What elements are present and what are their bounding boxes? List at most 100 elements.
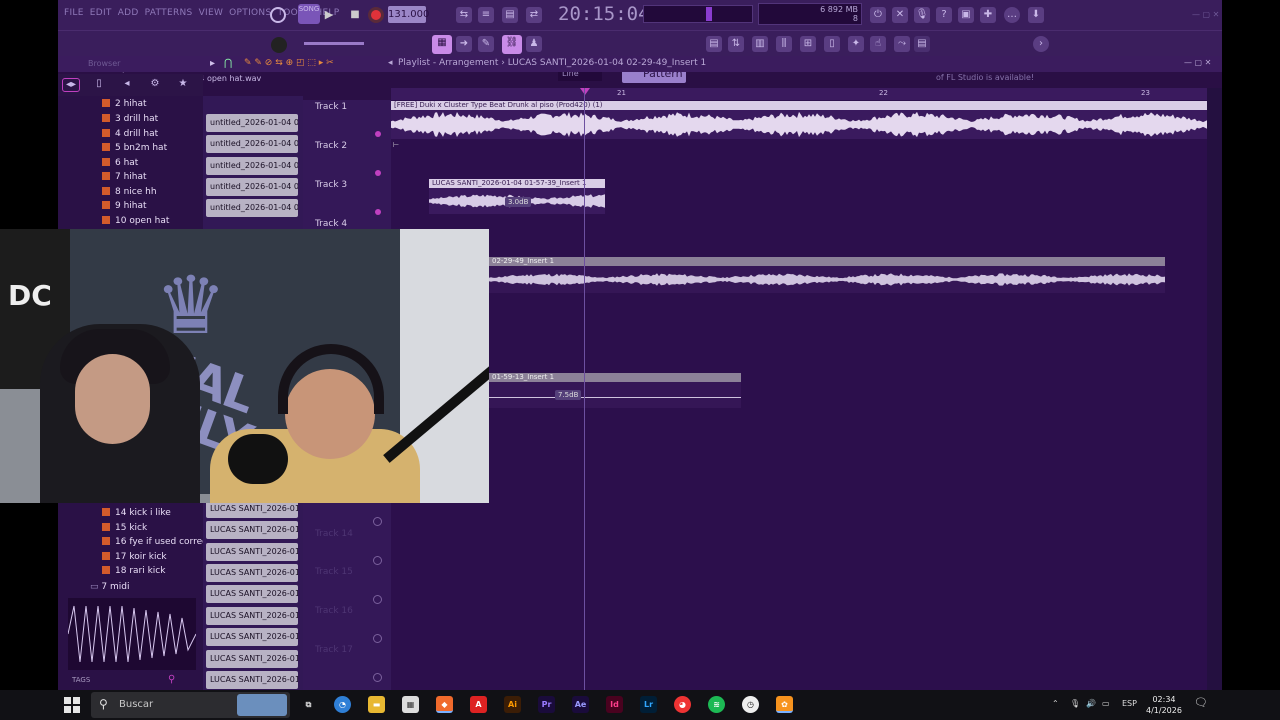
file-explorer-icon[interactable]: ▬ (368, 696, 385, 713)
tempo-display[interactable]: 131.000 (388, 6, 429, 23)
pencil-icon[interactable]: ✎ (478, 36, 494, 52)
piano-roll-icon[interactable]: ⇅ (728, 36, 744, 52)
download-icon[interactable]: ⬇ (1028, 7, 1044, 23)
play-button[interactable]: ▶ (320, 6, 338, 24)
track-label[interactable]: Track 17 (315, 645, 353, 655)
news-next-icon[interactable]: › (1033, 36, 1049, 52)
channel-button[interactable]: LUCAS SANTI_2026-01-04... (206, 650, 298, 668)
plugin-icon[interactable]: ✚ (980, 7, 996, 23)
back-arrow-icon[interactable]: ◂ (388, 58, 393, 68)
browser-file[interactable]: 7 hihat (102, 170, 147, 184)
channel-button[interactable]: untitled_2026-01-04 01-... (206, 199, 298, 217)
channel-button[interactable]: LUCAS SANTI_2026-01-04... (206, 585, 298, 603)
timeline-ruler[interactable]: 21 22 23 (391, 88, 1207, 100)
track-mute-dot[interactable] (375, 170, 381, 176)
premiere-icon[interactable]: Pr (538, 696, 555, 713)
arrow-right-icon[interactable]: ➜ (456, 36, 472, 52)
browser-favorites-tab[interactable]: ★ (174, 78, 192, 92)
draw-tool-icon[interactable]: ✎ ✎ ⊘ ⇆ ⊕ ◰ ⬚ ▸ ✂ (244, 58, 334, 68)
track-mute-dot[interactable] (373, 673, 382, 682)
browser-file[interactable]: 15 kick (102, 521, 147, 535)
channel-button[interactable]: LUCAS SANTI_2026-01-04... (206, 628, 298, 646)
metronome-icon[interactable]: ⇆ (456, 7, 472, 23)
channel-button[interactable]: LUCAS SANTI_2026-01-04... (206, 671, 298, 689)
browser-file[interactable]: 18 rari kick (102, 564, 165, 578)
browser-file[interactable]: 3 drill hat (102, 112, 158, 126)
channel-button[interactable]: LUCAS SANTI_2026-01-04... (206, 521, 298, 539)
browser-file[interactable]: 4 drill hat (102, 127, 158, 141)
store-icon[interactable]: ▦ (402, 696, 419, 713)
stamp-icon[interactable]: ♟ (526, 36, 542, 52)
system-clock[interactable]: 02:34 4/1/2026 (1146, 694, 1182, 716)
save-icon[interactable]: ▣ (958, 7, 974, 23)
windows-start-icon[interactable] (64, 697, 80, 713)
plugin-db-icon[interactable]: ✦ (848, 36, 864, 52)
playlist-icon[interactable]: ▤ (706, 36, 722, 52)
link-icon[interactable]: ⛓ (502, 35, 522, 54)
menu-file[interactable]: FILE (64, 8, 84, 18)
track-mute-dot[interactable] (375, 209, 381, 215)
menu-add[interactable]: ADD (118, 8, 139, 18)
menu-view[interactable]: VIEW (199, 8, 224, 18)
channel-rack-icon[interactable]: ▥ (752, 36, 768, 52)
browser-all-tab[interactable]: ◂▸ (62, 78, 80, 92)
acrobat-icon[interactable]: A (470, 696, 487, 713)
menu-options[interactable]: OPTIONS (229, 8, 271, 18)
automation-clip-icon[interactable]: ⊢ (393, 141, 399, 149)
master-pitch-knob[interactable] (271, 37, 287, 53)
track-label[interactable]: Track 2 (315, 141, 347, 151)
plugin-picker-icon[interactable]: ⊞ (800, 36, 816, 52)
loop-icon[interactable] (270, 7, 286, 23)
indesign-icon[interactable]: Id (606, 696, 623, 713)
browser-file[interactable]: 16 fye if used correctly (102, 535, 218, 549)
browser-icon[interactable]: ▯ (824, 36, 840, 52)
channel-button[interactable]: untitled_2026-01-04 01-... (206, 114, 298, 132)
language-indicator[interactable]: ESP (1122, 699, 1137, 708)
search-icon[interactable]: ⚲ (168, 674, 175, 685)
track-label[interactable]: Track 3 (315, 180, 347, 190)
playlist-snap-icon[interactable]: ▦ (432, 35, 452, 54)
stop-button[interactable]: ■ (346, 6, 364, 24)
browser-files-tab[interactable]: ▯ (90, 78, 108, 92)
blend-icon[interactable]: ⇄ (526, 7, 542, 23)
master-volume-slider[interactable] (304, 42, 364, 45)
touch-icon[interactable]: ☝ (870, 36, 886, 52)
notification-icon[interactable]: 🗨 (1194, 696, 1208, 709)
after-effects-icon[interactable]: Ae (572, 696, 589, 713)
fl-studio-icon[interactable]: ✿ (776, 696, 793, 713)
track-mute-dot[interactable] (373, 556, 382, 565)
illustrator-icon[interactable]: Ai (504, 696, 521, 713)
tray-chevron-icon[interactable]: ⌃ (1052, 699, 1059, 708)
channel-button[interactable]: LUCAS SANTI_2026-01-04... (206, 543, 298, 561)
tags-label[interactable]: TAGS (72, 676, 90, 684)
track-label[interactable]: Track 16 (315, 606, 353, 616)
wait-icon[interactable]: ≡ (478, 7, 494, 23)
track-label[interactable]: Track 4 (315, 219, 347, 229)
window-controls[interactable]: — ▢ ✕ (1192, 10, 1222, 20)
channel-button[interactable]: LUCAS SANTI_2026-01-04... (206, 564, 298, 582)
playlist-window-controls[interactable]: — ▢ ✕ (1184, 58, 1211, 67)
magnet-icon[interactable]: ⋂ (224, 58, 234, 69)
menu-edit[interactable]: EDIT (90, 8, 112, 18)
news-icon[interactable]: ▤ (914, 36, 930, 52)
spotify-icon[interactable]: ≋ (708, 696, 725, 713)
help-icon[interactable]: ? (936, 7, 952, 23)
task-view-icon[interactable]: ⧉ (300, 696, 317, 713)
browser-file[interactable]: 17 koir kick (102, 550, 167, 564)
network-icon[interactable]: ▭ (1102, 699, 1110, 708)
track-label[interactable]: Track 1 (315, 102, 347, 112)
mute-icon[interactable]: ⤳ (894, 36, 910, 52)
browser-folder[interactable]: ▭ 7 midi (90, 580, 129, 594)
browser-file[interactable]: 8 nice hh (102, 185, 157, 199)
browser-file[interactable]: 2 hihat (102, 97, 147, 111)
track-label[interactable]: Track 14 (315, 529, 353, 539)
browser-file[interactable]: 10 open hat (102, 214, 169, 228)
brave-icon[interactable]: ◆ (436, 696, 453, 713)
audio-clip-vocal-1[interactable]: LUCAS SANTI_2026-01-04 01-57-39_Insert 1… (429, 179, 605, 214)
browser-settings-tab[interactable]: ⚙ (146, 78, 164, 92)
audio-clip-vocal-2[interactable]: 02-29-49_Insert 1 (489, 257, 1165, 293)
chrome-icon[interactable]: ◕ (674, 696, 691, 713)
browser-file[interactable]: 5 bn2m hat (102, 141, 167, 155)
chrome-canary-icon[interactable]: ◔ (334, 696, 351, 713)
mic-icon[interactable]: 🎙 (914, 7, 930, 23)
